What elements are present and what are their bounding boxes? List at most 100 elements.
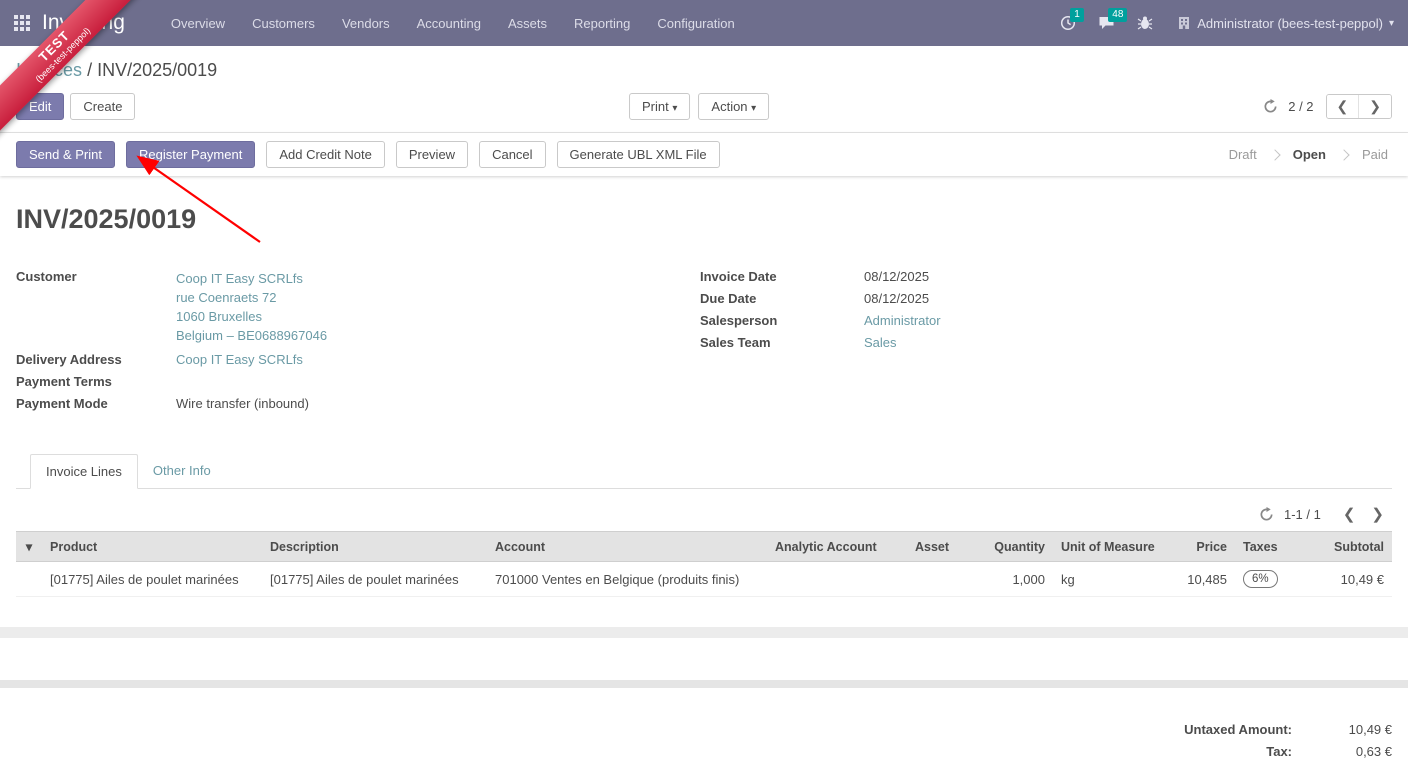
print-dropdown-button[interactable]: Print ▾ bbox=[629, 93, 691, 120]
sales-team-label: Sales Team bbox=[700, 335, 771, 350]
chevron-right-icon bbox=[1338, 148, 1350, 161]
lines-pager: 1-1 / 1 ❮ ❯ bbox=[16, 505, 1392, 523]
chevron-down-icon: ▾ bbox=[751, 103, 757, 114]
chevron-down-icon: ▾ bbox=[672, 103, 678, 114]
nav-item-customers[interactable]: Customers bbox=[252, 16, 315, 31]
column-price[interactable]: Price bbox=[1163, 531, 1235, 562]
cell-taxes: 6% bbox=[1235, 561, 1297, 597]
column-analytic-account[interactable]: Analytic Account bbox=[767, 531, 907, 562]
lines-pager-previous-button[interactable]: ❮ bbox=[1335, 505, 1364, 523]
due-date-label: Due Date bbox=[700, 291, 757, 306]
send-print-button[interactable]: Send & Print bbox=[16, 141, 115, 168]
column-product[interactable]: Product bbox=[42, 531, 262, 562]
generate-ubl-button[interactable]: Generate UBL XML File bbox=[556, 141, 720, 168]
breadcrumb-separator: / bbox=[87, 60, 93, 80]
control-panel: Edit Create Print ▾ Action ▾ 2 / 2 ❮ ❯ bbox=[0, 87, 1408, 133]
column-description[interactable]: Description bbox=[262, 531, 487, 562]
payment-mode-label: Payment Mode bbox=[16, 396, 108, 411]
due-date-value: 08/12/2025 bbox=[864, 291, 930, 306]
create-button[interactable]: Create bbox=[70, 93, 136, 120]
activity-count-badge: 1 bbox=[1070, 8, 1084, 22]
tab-other-info[interactable]: Other Info bbox=[138, 454, 226, 489]
column-toggle-caret-icon[interactable]: ▾ bbox=[16, 531, 42, 562]
debug-menu[interactable] bbox=[1137, 15, 1153, 31]
payment-terms-label: Payment Terms bbox=[16, 374, 112, 389]
status-pipeline: Draft Open Paid bbox=[1225, 147, 1392, 162]
cell-subtotal: 10,49 € bbox=[1297, 561, 1392, 597]
refresh-icon[interactable] bbox=[1263, 99, 1278, 114]
payment-mode-value: Wire transfer (inbound) bbox=[176, 396, 309, 411]
sales-team-value[interactable]: Sales bbox=[864, 335, 897, 350]
separator-band bbox=[0, 680, 1408, 688]
invoice-date-value: 08/12/2025 bbox=[864, 269, 930, 284]
customer-value[interactable]: Coop IT Easy SCRLfs rue Coenraets 72 106… bbox=[176, 269, 327, 345]
invoice-line-row[interactable]: [01775] Ailes de poulet marinées [01775]… bbox=[16, 561, 1392, 597]
pager-count: 2 / 2 bbox=[1288, 99, 1314, 114]
column-account[interactable]: Account bbox=[487, 531, 767, 562]
lines-pager-next-button[interactable]: ❯ bbox=[1363, 505, 1392, 523]
tax-badge: 6% bbox=[1243, 570, 1278, 588]
status-step-open[interactable]: Open bbox=[1289, 147, 1330, 162]
cancel-button[interactable]: Cancel bbox=[479, 141, 546, 168]
statusbar: Send & Print Register Payment Add Credit… bbox=[0, 133, 1408, 176]
nav-item-reporting[interactable]: Reporting bbox=[574, 16, 630, 31]
nav-item-assets[interactable]: Assets bbox=[508, 16, 547, 31]
customer-label: Customer bbox=[16, 269, 77, 284]
cell-uom: kg bbox=[1053, 561, 1163, 597]
breadcrumb: Invoices / INV/2025/0019 bbox=[0, 46, 1408, 87]
add-credit-note-button[interactable]: Add Credit Note bbox=[266, 141, 385, 168]
edit-button[interactable]: Edit bbox=[16, 93, 65, 120]
company-icon bbox=[1179, 17, 1190, 29]
nav-item-overview[interactable]: Overview bbox=[171, 16, 225, 31]
app-brand[interactable]: Invoicing bbox=[42, 11, 125, 35]
cell-price: 10,485 bbox=[1163, 561, 1235, 597]
nav-item-accounting[interactable]: Accounting bbox=[417, 16, 481, 31]
apps-menu-icon[interactable] bbox=[14, 15, 30, 31]
user-name: Administrator (bees-test-peppol) bbox=[1197, 15, 1383, 31]
cell-product: [01775] Ailes de poulet marinées bbox=[42, 561, 262, 597]
messages-menu[interactable]: 48 bbox=[1098, 8, 1128, 31]
column-quantity[interactable]: Quantity bbox=[975, 531, 1053, 562]
cell-analytic-account bbox=[767, 561, 907, 597]
nav-item-vendors[interactable]: Vendors bbox=[342, 16, 390, 31]
column-asset[interactable]: Asset bbox=[907, 531, 975, 562]
pager-previous-button[interactable]: ❮ bbox=[1326, 95, 1359, 118]
user-menu[interactable]: Administrator (bees-test-peppol) ▾ bbox=[1177, 16, 1394, 31]
untaxed-amount-value: 10,49 € bbox=[1348, 722, 1392, 737]
tab-invoice-lines[interactable]: Invoice Lines bbox=[30, 454, 138, 489]
pager-next-button[interactable]: ❯ bbox=[1358, 95, 1391, 118]
delivery-address-value[interactable]: Coop IT Easy SCRLfs bbox=[176, 352, 303, 367]
totals-block: Untaxed Amount: 10,49 € Tax: 0,63 € Tota… bbox=[1112, 722, 1392, 764]
action-dropdown-button[interactable]: Action ▾ bbox=[698, 93, 770, 120]
invoice-date-label: Invoice Date bbox=[700, 269, 777, 284]
record-pager: 2 / 2 ❮ ❯ bbox=[1263, 94, 1392, 119]
nav-item-configuration[interactable]: Configuration bbox=[657, 16, 734, 31]
column-unit-of-measure[interactable]: Unit of Measure bbox=[1053, 531, 1163, 562]
tax-label: Tax: bbox=[1266, 744, 1292, 759]
activity-menu[interactable]: 1 bbox=[1060, 8, 1084, 31]
cell-toggle bbox=[16, 561, 42, 597]
salesperson-label: Salesperson bbox=[700, 313, 778, 328]
top-navbar: Invoicing Overview Customers Vendors Acc… bbox=[0, 0, 1408, 46]
register-payment-button[interactable]: Register Payment bbox=[126, 141, 256, 168]
cell-asset bbox=[907, 561, 975, 597]
column-subtotal[interactable]: Subtotal bbox=[1297, 531, 1392, 562]
column-taxes[interactable]: Taxes bbox=[1235, 531, 1297, 562]
tax-value: 0,63 € bbox=[1355, 744, 1392, 759]
preview-button[interactable]: Preview bbox=[395, 141, 469, 168]
status-step-paid[interactable]: Paid bbox=[1358, 147, 1392, 162]
status-step-draft[interactable]: Draft bbox=[1225, 147, 1261, 162]
form-sheet: INV/2025/0019 Customer Coop IT Easy SCRL… bbox=[0, 204, 1408, 764]
salesperson-value[interactable]: Administrator bbox=[864, 313, 941, 328]
refresh-icon[interactable] bbox=[1259, 506, 1274, 522]
breadcrumb-parent-link[interactable]: Invoices bbox=[16, 60, 82, 80]
separator-band bbox=[0, 627, 1408, 638]
invoice-lines-table: ▾ Product Description Account Analytic A… bbox=[16, 531, 1392, 597]
chevron-down-icon: ▾ bbox=[1388, 17, 1394, 29]
breadcrumb-current: INV/2025/0019 bbox=[97, 60, 218, 80]
cell-description: [01775] Ailes de poulet marinées bbox=[262, 561, 487, 597]
notebook-tabs: Invoice Lines Other Info bbox=[16, 454, 1392, 489]
invoice-number-title: INV/2025/0019 bbox=[16, 204, 197, 234]
cell-quantity: 1,000 bbox=[975, 561, 1053, 597]
table-header-row: ▾ Product Description Account Analytic A… bbox=[16, 531, 1392, 562]
